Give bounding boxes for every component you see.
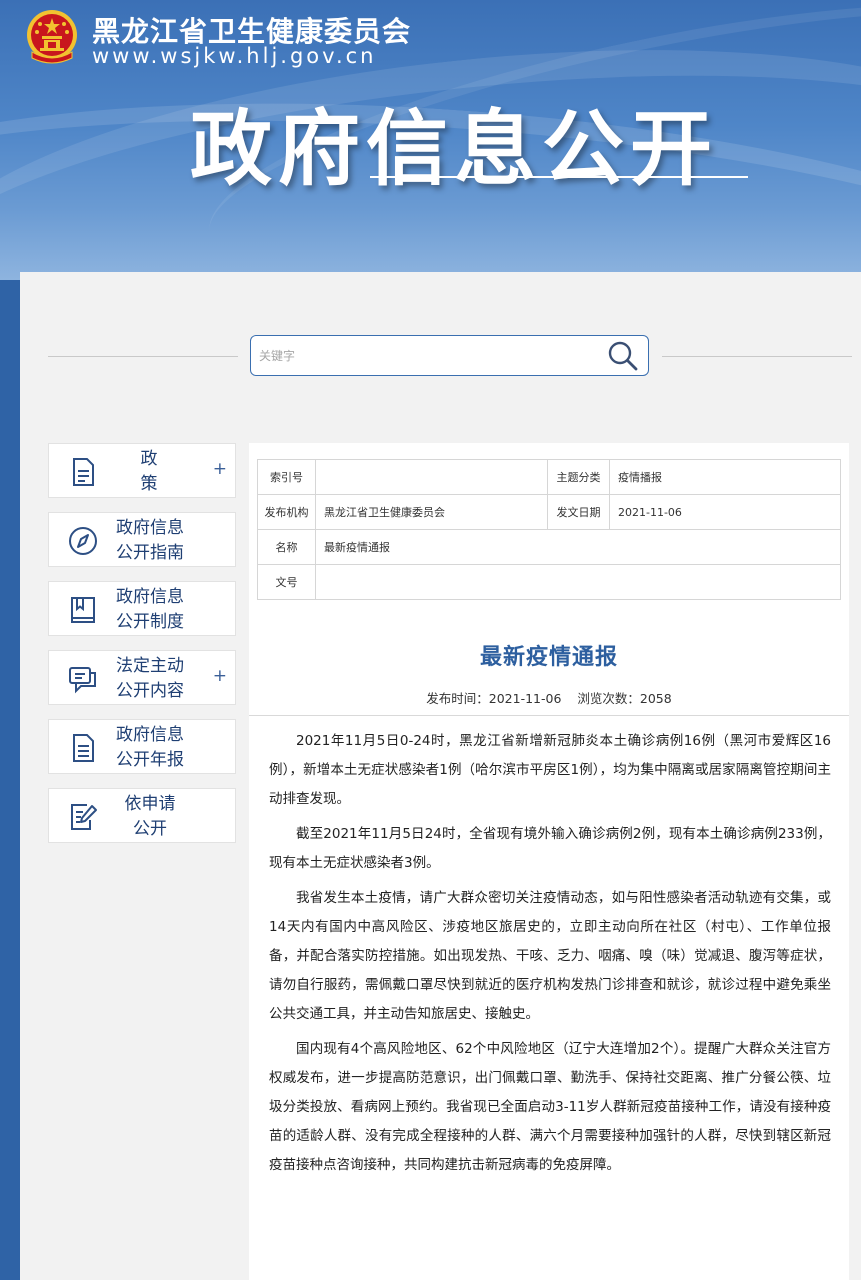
name-label: 名称 — [257, 529, 316, 565]
date-label: 发文日期 — [547, 494, 610, 530]
docno-label: 文号 — [257, 564, 316, 600]
publish-time: 发布时间：2021-11-06 — [426, 691, 562, 706]
article-meta: 发布时间：2021-11-06 浏览次数：2058 — [249, 688, 849, 707]
article-paragraph: 2021年11月5日0-24时，黑龙江省新增新冠肺炎本土确诊病例16例（黑河市爱… — [269, 733, 831, 807]
index-value — [315, 459, 548, 495]
metadata-table: 索引号 主题分类 疫情播报 发布机构 黑龙江省卫生健康委员会 发文日期 2021… — [257, 459, 841, 600]
index-label: 索引号 — [257, 459, 316, 495]
table-row: 名称 最新疫情通报 — [257, 529, 841, 565]
article-title: 最新疫情通报 — [479, 645, 618, 670]
article-paragraph: 国内现有4个高风险地区、62个中风险地区（辽宁大连增加2个）。提醒广大群众关注官… — [269, 1041, 831, 1173]
divider — [249, 715, 849, 716]
edit-form-icon — [71, 804, 97, 830]
sidebar-item-by-application[interactable]: 依申请 公开 — [48, 788, 236, 843]
article-paragraph: 截至2021年11月5日24时，全省现有境外输入确诊病例2例，现有本土确诊病例2… — [269, 826, 831, 871]
banner-title: 政府信息公开 — [190, 102, 719, 197]
search-icon[interactable] — [606, 340, 640, 372]
sidebar-item-label: 政 策 — [140, 448, 174, 494]
sidebar-item-label: 政府信息 公开年报 — [116, 724, 184, 770]
report-icon — [73, 734, 94, 762]
view-count: 浏览次数：2058 — [577, 691, 672, 706]
publisher-value: 黑龙江省卫生健康委员会 — [315, 494, 548, 530]
sidebar-item-label: 法定主动 公开内容 — [116, 655, 184, 701]
site-url[interactable]: www.wsjkw.hlj.gov.cn — [92, 44, 376, 68]
sidebar-item-system[interactable]: 政府信息 公开制度 — [48, 581, 236, 636]
expand-plus-icon[interactable]: + — [213, 459, 227, 479]
banner-underline — [370, 176, 748, 178]
sidebar-item-label: 政府信息 公开指南 — [116, 517, 184, 563]
article-body: 2021年11月5日0-24时，黑龙江省新增新冠肺炎本土确诊病例16例（黑河市爱… — [269, 727, 831, 1186]
table-row: 发布机构 黑龙江省卫生健康委员会 发文日期 2021-11-06 — [257, 494, 841, 530]
national-emblem-icon[interactable] — [24, 8, 80, 66]
sidebar-item-policy[interactable]: 政 策 + — [48, 443, 236, 498]
name-value: 最新疫情通报 — [315, 529, 841, 565]
table-row: 文号 — [257, 564, 841, 600]
compass-icon — [69, 527, 97, 555]
search-divider-right — [662, 356, 852, 357]
category-label: 主题分类 — [547, 459, 610, 495]
search-input[interactable] — [259, 344, 589, 368]
search-box — [250, 335, 649, 376]
expand-plus-icon[interactable]: + — [213, 666, 227, 686]
article-container: 索引号 主题分类 疫情播报 发布机构 黑龙江省卫生健康委员会 发文日期 2021… — [249, 443, 849, 1280]
book-icon — [71, 597, 95, 623]
sidebar-item-annual-report[interactable]: 政府信息 公开年报 — [48, 719, 236, 774]
sidebar-item-guide[interactable]: 政府信息 公开指南 — [48, 512, 236, 567]
article-paragraph: 我省发生本土疫情，请广大群众密切关注疫情动态，如与阳性感染者活动轨迹有交集，或1… — [269, 890, 831, 1022]
docno-value — [315, 564, 841, 600]
sidebar-item-label: 依申请 公开 — [124, 793, 176, 839]
document-icon — [73, 458, 94, 486]
sidebar-item-statutory-content[interactable]: 法定主动 公开内容 + — [48, 650, 236, 705]
table-row: 索引号 主题分类 疫情播报 — [257, 459, 841, 495]
sidebar-item-label: 政府信息 公开制度 — [116, 586, 184, 632]
publisher-label: 发布机构 — [257, 494, 316, 530]
search-divider-left — [48, 356, 238, 357]
category-value: 疫情播报 — [609, 459, 841, 495]
chat-icon — [69, 667, 96, 694]
site-header: 黑龙江省卫生健康委员会 www.wsjkw.hlj.gov.cn 政府信息公开 — [0, 0, 861, 280]
date-value: 2021-11-06 — [609, 494, 841, 530]
